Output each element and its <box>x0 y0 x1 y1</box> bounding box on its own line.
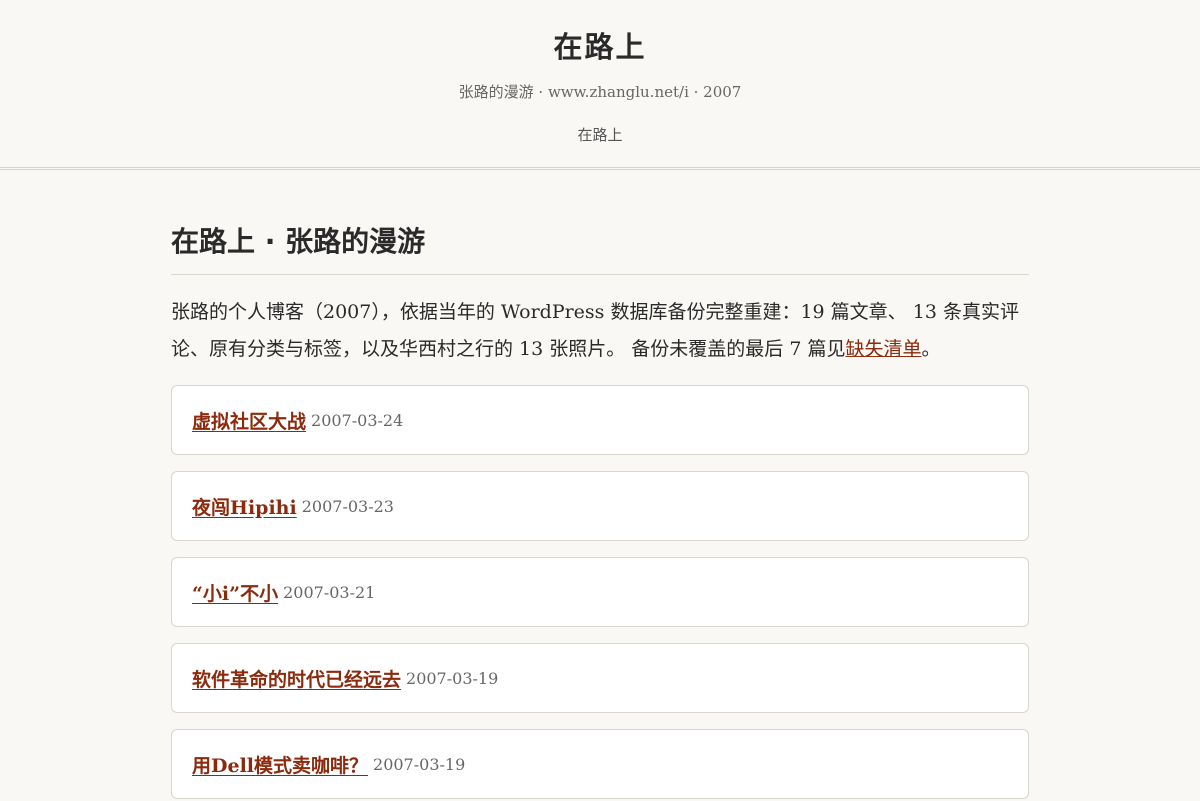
post-card: 用Dell模式卖咖啡？ 2007-03-19 <box>171 729 1029 799</box>
site-subtitle: 张路的漫游 · www.zhanglu.net/i · 2007 <box>458 83 742 101</box>
missing-list-link[interactable]: 缺失清单 <box>845 338 921 360</box>
post-title-link[interactable]: 虚拟社区大战 <box>192 407 306 434</box>
post-date: 2007-03-24 <box>311 410 404 430</box>
post-date: 2007-03-21 <box>283 582 376 602</box>
post-title-link[interactable]: 用Dell模式卖咖啡？ <box>192 751 368 778</box>
post-list: 虚拟社区大战 2007-03-24 夜闯Hipihi 2007-03-23 “小… <box>171 385 1029 799</box>
post-title-link[interactable]: “小i”不小 <box>192 579 278 606</box>
site-title: 在路上 <box>553 30 647 64</box>
nav-link-home[interactable]: 在路上 <box>577 126 622 144</box>
post-card: “小i”不小 2007-03-21 <box>171 557 1029 627</box>
main-content: 在路上 · 张路的漫游 张路的个人博客（2007），依据当年的 WordPres… <box>171 170 1029 799</box>
site-nav: 在路上 <box>0 125 1200 145</box>
post-card: 夜闯Hipihi 2007-03-23 <box>171 471 1029 541</box>
post-date: 2007-03-23 <box>301 496 394 516</box>
post-date: 2007-03-19 <box>406 668 499 688</box>
post-card: 虚拟社区大战 2007-03-24 <box>171 385 1029 455</box>
intro-paragraph: 张路的个人博客（2007），依据当年的 WordPress 数据库备份完整重建：… <box>171 294 1029 368</box>
intro-end: 。 <box>921 338 941 360</box>
post-title-link[interactable]: 软件革命的时代已经远去 <box>192 665 401 692</box>
page-title: 在路上 · 张路的漫游 <box>171 222 1029 275</box>
post-date: 2007-03-19 <box>373 754 466 774</box>
site-header: 在路上 张路的漫游 · www.zhanglu.net/i · 2007 在路上 <box>0 0 1200 170</box>
post-title-link[interactable]: 夜闯Hipihi <box>192 493 297 520</box>
post-card: 软件革命的时代已经远去 2007-03-19 <box>171 643 1029 713</box>
